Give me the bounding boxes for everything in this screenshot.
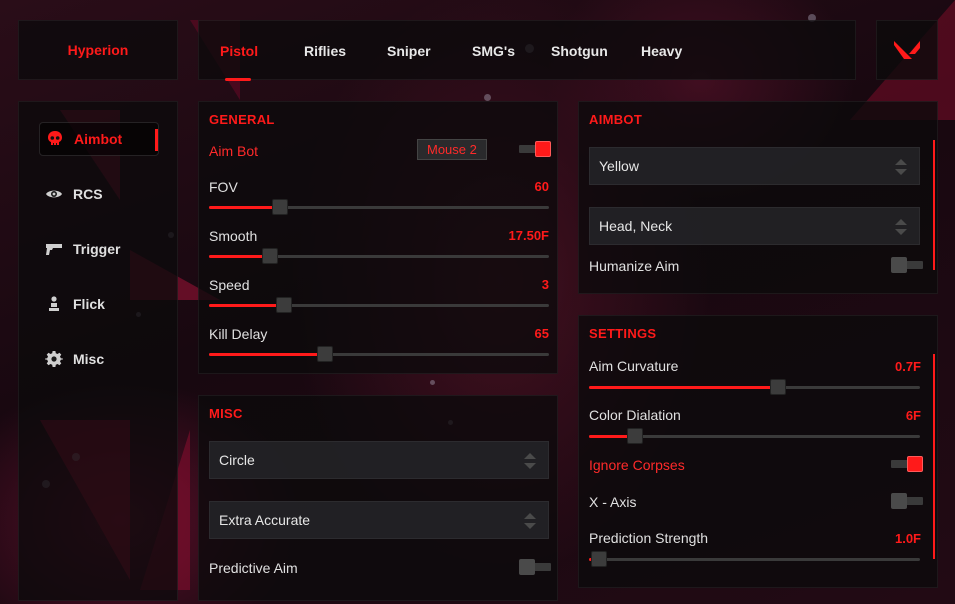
tab-pistol[interactable]: Pistol (220, 43, 258, 59)
fov-label: FOV (209, 179, 238, 195)
settings-panel: SETTINGS Aim Curvature 0.7F Color Dialat… (578, 315, 938, 588)
predictive-aim-toggle[interactable] (519, 559, 551, 575)
general-panel: GENERAL Aim Bot Mouse 2 FOV 60 Smooth 17… (198, 101, 558, 374)
sidebar: Aimbot RCS Trigger Flick Misc (18, 101, 178, 601)
tab-shotgun[interactable]: Shotgun (551, 43, 608, 59)
misc-shape-select[interactable]: Circle (209, 441, 549, 479)
aimbot-keybind-button[interactable]: Mouse 2 (417, 139, 487, 160)
select-value: Extra Accurate (219, 512, 311, 528)
eye-icon (46, 190, 62, 198)
brand-panel: Hyperion (18, 20, 178, 80)
aim-curvature-value: 0.7F (894, 359, 921, 374)
misc-panel: MISC Circle Extra Accurate Predictive Ai… (198, 395, 558, 601)
valorant-logo-icon (894, 41, 920, 59)
humanize-aim-toggle[interactable] (891, 257, 923, 273)
sidebar-item-label: Misc (73, 351, 105, 367)
person-icon (49, 296, 59, 311)
sidebar-item-label: Aimbot (74, 131, 123, 147)
select-value: Yellow (599, 158, 639, 174)
ignore-corpses-toggle[interactable] (891, 456, 923, 472)
sidebar-item-misc[interactable]: Misc (39, 342, 159, 376)
aimbot-title: AIMBOT (589, 112, 643, 127)
speed-value: 3 (541, 277, 549, 292)
brand-title: Hyperion (67, 42, 129, 58)
weapon-tabs: Pistol Riflies Sniper SMG's Shotgun Heav… (198, 20, 856, 81)
tab-smgs[interactable]: SMG's (472, 43, 515, 59)
smooth-slider[interactable] (209, 248, 549, 264)
speed-label: Speed (209, 277, 250, 293)
skull-icon (48, 131, 62, 145)
settings-scrollbar[interactable] (933, 354, 935, 559)
general-title: GENERAL (209, 112, 275, 127)
misc-title: MISC (209, 406, 243, 421)
updown-arrows-icon (524, 453, 536, 469)
sidebar-item-label: RCS (73, 186, 103, 202)
tab-heavy[interactable]: Heavy (641, 43, 682, 59)
fov-value: 60 (534, 179, 549, 194)
prediction-strength-value: 1.0F (894, 531, 921, 546)
ignore-corpses-label: Ignore Corpses (589, 457, 685, 473)
sidebar-item-flick[interactable]: Flick (39, 287, 159, 321)
select-value: Head, Neck (599, 218, 673, 234)
updown-arrows-icon (524, 513, 536, 529)
sidebar-item-trigger[interactable]: Trigger (39, 232, 159, 266)
aimbot-label: Aim Bot (209, 143, 259, 159)
select-value: Circle (219, 452, 255, 468)
active-tab-indicator (225, 78, 251, 81)
speed-slider[interactable] (209, 297, 549, 313)
tab-sniper[interactable]: Sniper (387, 43, 431, 59)
smooth-value: 17.50F (508, 228, 549, 243)
sidebar-item-rcs[interactable]: RCS (39, 177, 159, 211)
humanize-aim-label: Humanize Aim (589, 258, 680, 274)
sidebar-item-aimbot[interactable]: Aimbot (39, 122, 159, 156)
settings-title: SETTINGS (589, 326, 657, 341)
kill-delay-label: Kill Delay (209, 326, 268, 342)
aimbot-scrollbar[interactable] (933, 140, 935, 270)
kill-delay-slider[interactable] (209, 346, 549, 362)
prediction-strength-label: Prediction Strength (589, 530, 709, 546)
color-dialation-slider[interactable] (589, 428, 920, 444)
tab-riflies[interactable]: Riflies (304, 43, 346, 59)
fov-slider[interactable] (209, 199, 549, 215)
sidebar-item-label: Flick (73, 296, 105, 312)
aimbot-panel: AIMBOT Yellow Head, Neck Humanize Aim (578, 101, 938, 294)
aim-curvature-slider[interactable] (589, 379, 920, 395)
gear-icon (45, 351, 63, 367)
prediction-strength-slider[interactable] (589, 551, 920, 567)
aimbot-toggle[interactable] (519, 141, 551, 157)
aimbot-bone-select[interactable]: Head, Neck (589, 207, 920, 245)
updown-arrows-icon (895, 159, 907, 175)
x-axis-label: X - Axis (589, 494, 637, 510)
updown-arrows-icon (895, 219, 907, 235)
x-axis-toggle[interactable] (891, 493, 923, 509)
sidebar-item-label: Trigger (73, 241, 121, 257)
misc-accuracy-select[interactable]: Extra Accurate (209, 501, 549, 539)
smooth-label: Smooth (209, 228, 258, 244)
aim-curvature-label: Aim Curvature (589, 358, 679, 374)
kill-delay-value: 65 (534, 326, 549, 341)
logo-panel (876, 20, 938, 80)
predictive-aim-label: Predictive Aim (209, 560, 298, 576)
color-dialation-value: 6F (905, 408, 921, 423)
aimbot-color-select[interactable]: Yellow (589, 147, 920, 185)
color-dialation-label: Color Dialation (589, 407, 681, 423)
pistol-icon (46, 244, 62, 255)
